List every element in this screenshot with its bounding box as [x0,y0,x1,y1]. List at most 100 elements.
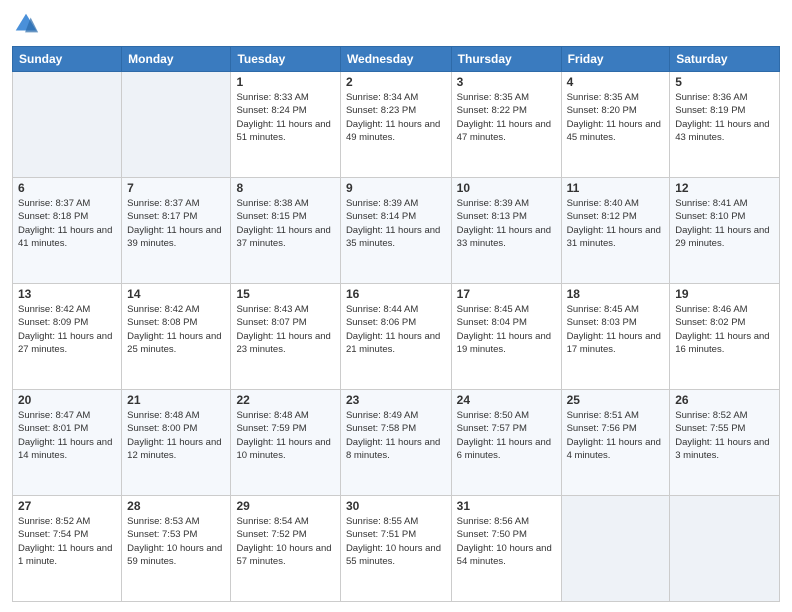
calendar-header-row: SundayMondayTuesdayWednesdayThursdayFrid… [13,47,780,72]
day-number: 11 [567,181,665,195]
calendar-cell: 12 Sunrise: 8:41 AM Sunset: 8:10 PM Dayli… [670,178,780,284]
calendar-cell: 5Sunrise: 8:36 AM Sunset: 8:19 PM Daylig… [670,72,780,178]
day-of-week-header: Tuesday [231,47,340,72]
day-info: Sunrise: 8:40 AM Sunset: 8:12 PM Dayligh… [567,197,665,250]
day-number: 6 [18,181,116,195]
calendar-cell: 31 Sunrise: 8:56 AM Sunset: 7:50 PM Dayli… [451,496,561,602]
calendar-cell: 7 Sunrise: 8:37 AM Sunset: 8:17 PM Daylig… [122,178,231,284]
calendar-cell: 9Sunrise: 8:39 AM Sunset: 8:14 PM Daylig… [340,178,451,284]
day-info: Sunrise: 8:39 AM Sunset: 8:13 PM Dayligh… [457,197,556,250]
day-number: 2 [346,75,446,89]
day-info: Sunrise: 8:35 AM Sunset: 8:20 PM Dayligh… [567,91,665,144]
calendar-cell: 2 Sunrise: 8:34 AM Sunset: 8:23 PM Daylig… [340,72,451,178]
day-number: 9 [346,181,446,195]
calendar-cell: 15Sunrise: 8:43 AM Sunset: 8:07 PM Dayli… [231,284,340,390]
day-info: Sunrise: 8:46 AM Sunset: 8:02 PM Dayligh… [675,303,774,356]
day-number: 27 [18,499,116,513]
day-number: 1 [236,75,334,89]
day-number: 20 [18,393,116,407]
day-number: 21 [127,393,225,407]
day-number: 3 [457,75,556,89]
calendar-week-row: 13 Sunrise: 8:42 AM Sunset: 8:09 PM Dayli… [13,284,780,390]
calendar-cell: 4 Sunrise: 8:35 AM Sunset: 8:20 PM Daylig… [561,72,670,178]
day-number: 23 [346,393,446,407]
day-of-week-header: Monday [122,47,231,72]
calendar-cell: 27 Sunrise: 8:52 AM Sunset: 7:54 PM Dayli… [13,496,122,602]
day-info: Sunrise: 8:49 AM Sunset: 7:58 PM Dayligh… [346,409,446,462]
day-info: Sunrise: 8:44 AM Sunset: 8:06 PM Dayligh… [346,303,446,356]
day-info: Sunrise: 8:53 AM Sunset: 7:53 PM Dayligh… [127,515,225,568]
day-info: Sunrise: 8:54 AM Sunset: 7:52 PM Dayligh… [236,515,334,568]
day-number: 22 [236,393,334,407]
calendar-cell: 22 Sunrise: 8:48 AM Sunset: 7:59 PM Dayli… [231,390,340,496]
day-info: Sunrise: 8:35 AM Sunset: 8:22 PM Dayligh… [457,91,556,144]
day-info: Sunrise: 8:45 AM Sunset: 8:04 PM Dayligh… [457,303,556,356]
day-info: Sunrise: 8:48 AM Sunset: 8:00 PM Dayligh… [127,409,225,462]
calendar-cell: 23 Sunrise: 8:49 AM Sunset: 7:58 PM Dayli… [340,390,451,496]
day-number: 14 [127,287,225,301]
calendar-cell [561,496,670,602]
day-number: 31 [457,499,556,513]
day-of-week-header: Saturday [670,47,780,72]
calendar-cell: 25 Sunrise: 8:51 AM Sunset: 7:56 PM Dayli… [561,390,670,496]
day-number: 12 [675,181,774,195]
day-info: Sunrise: 8:42 AM Sunset: 8:09 PM Dayligh… [18,303,116,356]
day-number: 25 [567,393,665,407]
day-number: 16 [346,287,446,301]
calendar: SundayMondayTuesdayWednesdayThursdayFrid… [12,46,780,602]
calendar-cell: 3 Sunrise: 8:35 AM Sunset: 8:22 PM Daylig… [451,72,561,178]
day-info: Sunrise: 8:38 AM Sunset: 8:15 PM Dayligh… [236,197,334,250]
calendar-cell: 26Sunrise: 8:52 AM Sunset: 7:55 PM Dayli… [670,390,780,496]
day-info: Sunrise: 8:42 AM Sunset: 8:08 PM Dayligh… [127,303,225,356]
day-of-week-header: Wednesday [340,47,451,72]
day-info: Sunrise: 8:56 AM Sunset: 7:50 PM Dayligh… [457,515,556,568]
day-info: Sunrise: 8:47 AM Sunset: 8:01 PM Dayligh… [18,409,116,462]
page: SundayMondayTuesdayWednesdayThursdayFrid… [0,0,792,612]
day-info: Sunrise: 8:43 AM Sunset: 8:07 PM Dayligh… [236,303,334,356]
day-number: 19 [675,287,774,301]
calendar-cell: 28 Sunrise: 8:53 AM Sunset: 7:53 PM Dayli… [122,496,231,602]
day-number: 30 [346,499,446,513]
calendar-cell: 6 Sunrise: 8:37 AM Sunset: 8:18 PM Daylig… [13,178,122,284]
calendar-cell: 29Sunrise: 8:54 AM Sunset: 7:52 PM Dayli… [231,496,340,602]
day-number: 7 [127,181,225,195]
day-info: Sunrise: 8:48 AM Sunset: 7:59 PM Dayligh… [236,409,334,462]
calendar-cell: 17 Sunrise: 8:45 AM Sunset: 8:04 PM Dayli… [451,284,561,390]
calendar-cell: 20 Sunrise: 8:47 AM Sunset: 8:01 PM Dayli… [13,390,122,496]
day-number: 18 [567,287,665,301]
day-number: 4 [567,75,665,89]
day-info: Sunrise: 8:41 AM Sunset: 8:10 PM Dayligh… [675,197,774,250]
calendar-week-row: 20 Sunrise: 8:47 AM Sunset: 8:01 PM Dayli… [13,390,780,496]
calendar-cell: 24 Sunrise: 8:50 AM Sunset: 7:57 PM Dayli… [451,390,561,496]
day-info: Sunrise: 8:55 AM Sunset: 7:51 PM Dayligh… [346,515,446,568]
calendar-cell: 8 Sunrise: 8:38 AM Sunset: 8:15 PM Daylig… [231,178,340,284]
day-number: 17 [457,287,556,301]
day-number: 10 [457,181,556,195]
day-info: Sunrise: 8:45 AM Sunset: 8:03 PM Dayligh… [567,303,665,356]
calendar-cell: 10 Sunrise: 8:39 AM Sunset: 8:13 PM Dayli… [451,178,561,284]
calendar-cell [122,72,231,178]
day-number: 8 [236,181,334,195]
calendar-week-row: 1 Sunrise: 8:33 AM Sunset: 8:24 PM Daylig… [13,72,780,178]
calendar-cell: 14 Sunrise: 8:42 AM Sunset: 8:08 PM Dayli… [122,284,231,390]
day-number: 28 [127,499,225,513]
day-info: Sunrise: 8:33 AM Sunset: 8:24 PM Dayligh… [236,91,334,144]
day-info: Sunrise: 8:37 AM Sunset: 8:17 PM Dayligh… [127,197,225,250]
day-number: 24 [457,393,556,407]
day-info: Sunrise: 8:34 AM Sunset: 8:23 PM Dayligh… [346,91,446,144]
day-of-week-header: Thursday [451,47,561,72]
calendar-cell: 11 Sunrise: 8:40 AM Sunset: 8:12 PM Dayli… [561,178,670,284]
day-info: Sunrise: 8:37 AM Sunset: 8:18 PM Dayligh… [18,197,116,250]
calendar-cell: 19 Sunrise: 8:46 AM Sunset: 8:02 PM Dayli… [670,284,780,390]
day-number: 13 [18,287,116,301]
day-info: Sunrise: 8:52 AM Sunset: 7:55 PM Dayligh… [675,409,774,462]
calendar-week-row: 27 Sunrise: 8:52 AM Sunset: 7:54 PM Dayli… [13,496,780,602]
day-number: 5 [675,75,774,89]
calendar-cell: 16 Sunrise: 8:44 AM Sunset: 8:06 PM Dayli… [340,284,451,390]
day-info: Sunrise: 8:52 AM Sunset: 7:54 PM Dayligh… [18,515,116,568]
calendar-cell: 30 Sunrise: 8:55 AM Sunset: 7:51 PM Dayli… [340,496,451,602]
day-info: Sunrise: 8:51 AM Sunset: 7:56 PM Dayligh… [567,409,665,462]
calendar-cell: 1 Sunrise: 8:33 AM Sunset: 8:24 PM Daylig… [231,72,340,178]
day-info: Sunrise: 8:50 AM Sunset: 7:57 PM Dayligh… [457,409,556,462]
logo-icon [12,10,40,38]
